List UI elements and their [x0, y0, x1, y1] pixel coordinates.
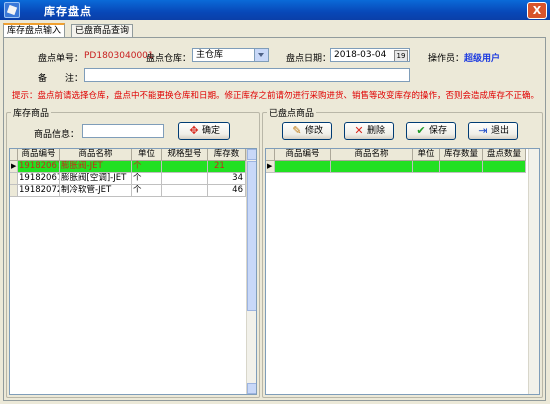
scroll-up-icon[interactable] — [247, 149, 256, 160]
cell-unit: 个 — [132, 185, 162, 197]
cell-name: 膨胀阀[空调]-JET — [60, 173, 132, 185]
col-header-count-qty[interactable]: 盘点数量 — [483, 149, 526, 161]
date-value: 2018-03-04 — [334, 50, 387, 60]
cell-name — [331, 161, 413, 173]
cell-spec — [162, 173, 208, 185]
cell-code: 191820679 — [18, 173, 60, 185]
cell-name: 制冷软管-JET — [60, 185, 132, 197]
cell-unit: 个 — [132, 161, 162, 173]
tab-stock-count-input[interactable]: 库存盘点输入 — [3, 23, 66, 38]
save-button[interactable]: ✔ 保存 — [406, 122, 456, 140]
cell-name: 膨胀阀-JET — [60, 161, 132, 173]
checkmark-icon: ✔ — [416, 124, 426, 137]
cell-stock-qty — [440, 161, 483, 173]
col-header-unit[interactable]: 单位 — [413, 149, 440, 161]
cell-code — [275, 161, 331, 173]
cell-code: 191820679 — [18, 161, 60, 173]
confirm-button[interactable]: ✥ 确定 — [178, 122, 230, 140]
counted-items-title: 已盘点商品 — [267, 106, 317, 119]
confirm-button-label: 确定 — [201, 126, 220, 136]
exit-button-label: 退出 — [490, 126, 509, 136]
app-icon — [4, 2, 20, 18]
cell-unit: 个 — [132, 173, 162, 185]
remark-input[interactable] — [84, 68, 410, 82]
edit-button-label: 修改 — [304, 126, 323, 136]
delete-button-label: 删除 — [366, 126, 385, 136]
title-bar: 库存盘点 X — [0, 0, 550, 20]
warehouse-selected-value: 主仓库 — [196, 50, 224, 60]
product-info-label: 商品信息： — [34, 130, 80, 140]
close-button[interactable]: X — [527, 2, 547, 19]
stock-items-table: 商品编号 商品名称 单位 规格型号 库存数 ▶ 191820679 膨胀阀-JE… — [9, 148, 257, 395]
date-label: 盘点日期： — [286, 54, 332, 64]
operator-label: 操作员： — [428, 54, 465, 64]
cell-code: 191820721 — [18, 185, 60, 197]
col-header-name[interactable]: 商品名称 — [60, 149, 132, 161]
cell-spec — [162, 185, 208, 197]
window-title: 库存盘点 — [44, 5, 92, 18]
col-header-stock-qty[interactable]: 库存数量 — [440, 149, 483, 161]
confirm-icon: ✥ — [189, 124, 199, 137]
scroll-thumb[interactable] — [247, 161, 256, 311]
hint-text: 提示：盘点前请选择仓库，盘点中不能更换仓库和日期。修正库存之前请勿进行采购进货、… — [12, 91, 540, 101]
scroll-down-icon[interactable] — [247, 383, 256, 394]
chevron-down-icon[interactable] — [254, 49, 268, 61]
col-header-name[interactable]: 商品名称 — [331, 149, 413, 161]
col-header-spec[interactable]: 规格型号 — [162, 149, 208, 161]
cell-qty: 34 — [208, 173, 246, 185]
product-info-input[interactable] — [82, 124, 164, 138]
calendar-icon[interactable]: 19 — [394, 50, 408, 61]
operator-value: 超级用户 — [464, 54, 501, 64]
stock-table-scrollbar[interactable] — [246, 149, 256, 394]
edit-button[interactable]: ✎ 修改 — [282, 122, 332, 140]
row-indicator — [10, 173, 18, 185]
row-indicator — [10, 185, 18, 197]
cell-qty: 21 — [208, 161, 246, 173]
delete-x-icon: ✕ — [354, 124, 364, 137]
cell-qty: 46 — [208, 185, 246, 197]
save-button-label: 保存 — [428, 126, 447, 136]
counted-table-scrollbar[interactable] — [528, 149, 539, 394]
cell-count-qty — [483, 161, 526, 173]
col-header-code[interactable]: 商品编号 — [18, 149, 60, 161]
row-indicator-header — [10, 149, 18, 161]
remark-label: 备 注： — [38, 74, 84, 84]
row-pointer-icon: ▶ — [266, 161, 275, 173]
col-header-qty[interactable]: 库存数 — [208, 149, 246, 161]
cell-unit — [413, 161, 440, 173]
col-header-unit[interactable]: 单位 — [132, 149, 162, 161]
warehouse-label: 盘点仓库： — [146, 54, 192, 64]
col-header-code[interactable]: 商品编号 — [275, 149, 331, 161]
order-no-value: PD1803040001 — [84, 51, 154, 61]
exit-button[interactable]: ⇥ 退出 — [468, 122, 518, 140]
row-pointer-icon: ▶ — [10, 161, 18, 173]
counted-items-table: 商品编号 商品名称 单位 库存数量 盘点数量 ▶ — [265, 148, 540, 395]
delete-button[interactable]: ✕ 删除 — [344, 122, 394, 140]
cell-spec — [162, 161, 208, 173]
date-field[interactable]: 2018-03-04 19 — [330, 48, 410, 62]
order-no-label: 盘点单号： — [38, 54, 84, 64]
warehouse-select[interactable]: 主仓库 — [192, 48, 269, 62]
stock-items-title: 库存商品 — [11, 106, 52, 119]
pencil-icon: ✎ — [292, 124, 302, 137]
tab-counted-query[interactable]: 已盘商品查询 — [71, 24, 134, 38]
exit-door-icon: ⇥ — [478, 124, 488, 137]
row-indicator-header — [266, 149, 275, 161]
